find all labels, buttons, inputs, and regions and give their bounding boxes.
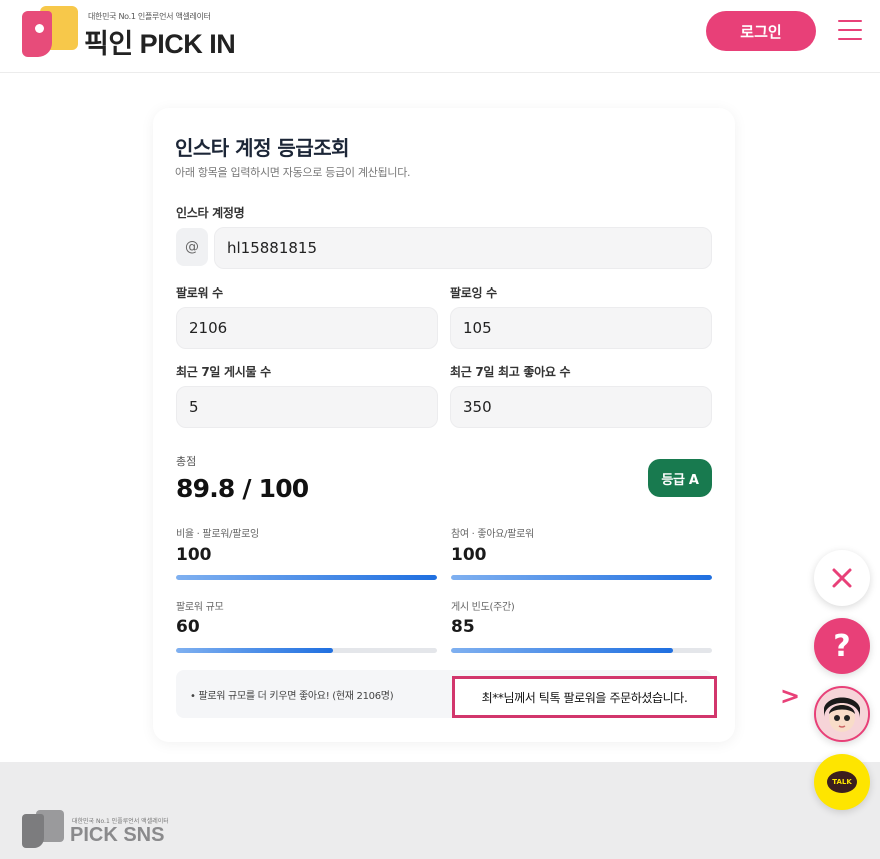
metric-bar bbox=[176, 575, 437, 580]
metric-label: 팔로워 규모 bbox=[176, 602, 224, 613]
total-score: 89.8 / 100 bbox=[176, 474, 309, 503]
metric-bar-fill bbox=[176, 575, 437, 580]
login-button[interactable]: 로그인 bbox=[706, 11, 816, 51]
footer-logo-mark-icon bbox=[22, 810, 66, 848]
total-label: 총점 bbox=[176, 455, 197, 468]
kakao-talk-button[interactable]: TALK bbox=[814, 754, 870, 810]
metric-bar-fill bbox=[176, 648, 333, 653]
metric-value: 100 bbox=[176, 545, 212, 565]
metric-value: 100 bbox=[451, 545, 487, 565]
header: 대한민국 No.1 인플루언서 액셀레이터 픽인 PICK IN 로그인 bbox=[0, 0, 880, 73]
talk-icon: TALK bbox=[827, 771, 857, 793]
account-label: 인스타 계정명 bbox=[176, 206, 245, 220]
likes-input[interactable]: 350 bbox=[450, 386, 712, 428]
posts-input[interactable]: 5 bbox=[176, 386, 438, 428]
metric-label: 비율 · 팔로워/팔로잉 bbox=[176, 529, 259, 540]
grade-lookup-card: 인스타 계정 등급조회 아래 항목을 입력하시면 자동으로 등급이 계산됩니다.… bbox=[153, 108, 735, 742]
footer-logo: 대한민국 No.1 인플루언서 액셀레이터 PICK SNS bbox=[22, 810, 182, 850]
at-prefix: @ bbox=[176, 228, 208, 266]
tip-text: • 팔로워 규모를 더 키우면 좋아요! (현재 2106명) bbox=[190, 691, 394, 702]
arrow-indicator: > bbox=[780, 682, 801, 710]
followers-input[interactable]: 2106 bbox=[176, 307, 438, 349]
metric-value: 85 bbox=[451, 617, 475, 637]
footer-logo-name: PICK SNS bbox=[70, 824, 165, 846]
help-button[interactable]: ? bbox=[814, 618, 870, 674]
footer: 대한민국 No.1 인플루언서 액셀레이터 PICK SNS bbox=[0, 762, 880, 859]
close-icon[interactable] bbox=[814, 550, 870, 606]
following-input[interactable]: 105 bbox=[450, 307, 712, 349]
card-title: 인스타 계정 등급조회 bbox=[175, 136, 350, 160]
metric-value: 60 bbox=[176, 617, 200, 637]
pickin-logo[interactable]: 대한민국 No.1 인플루언서 액셀레이터 픽인 PICK IN bbox=[22, 6, 252, 60]
metric-bar-fill bbox=[451, 575, 712, 580]
metric-label: 참여 · 좋아요/팔로워 bbox=[451, 529, 534, 540]
account-input[interactable]: hl15881815 bbox=[214, 227, 712, 269]
metric-bar bbox=[176, 648, 437, 653]
card-subtitle: 아래 항목을 입력하시면 자동으로 등급이 계산됩니다. bbox=[175, 166, 411, 179]
logo-name: 픽인 PICK IN bbox=[84, 29, 236, 59]
order-notice: 최**님께서 틱톡 팔로워을 주문하셨습니다. bbox=[452, 676, 717, 718]
logo-tagline: 대한민국 No.1 인플루언서 액셀레이터 bbox=[88, 12, 211, 21]
metric-bar bbox=[451, 575, 712, 580]
metric-label: 게시 빈도(주간) bbox=[451, 602, 515, 613]
likes-label: 최근 7일 최고 좋아요 수 bbox=[450, 365, 571, 379]
metric-bar bbox=[451, 648, 712, 653]
posts-label: 최근 7일 게시물 수 bbox=[176, 365, 271, 379]
following-label: 팔로잉 수 bbox=[450, 286, 497, 300]
grade-badge: 등급 A bbox=[648, 459, 712, 497]
logo-mark-icon bbox=[22, 6, 80, 58]
metric-bar-fill bbox=[451, 648, 673, 653]
hamburger-icon[interactable] bbox=[838, 20, 862, 40]
avatar[interactable] bbox=[814, 686, 870, 742]
followers-label: 팔로워 수 bbox=[176, 286, 223, 300]
